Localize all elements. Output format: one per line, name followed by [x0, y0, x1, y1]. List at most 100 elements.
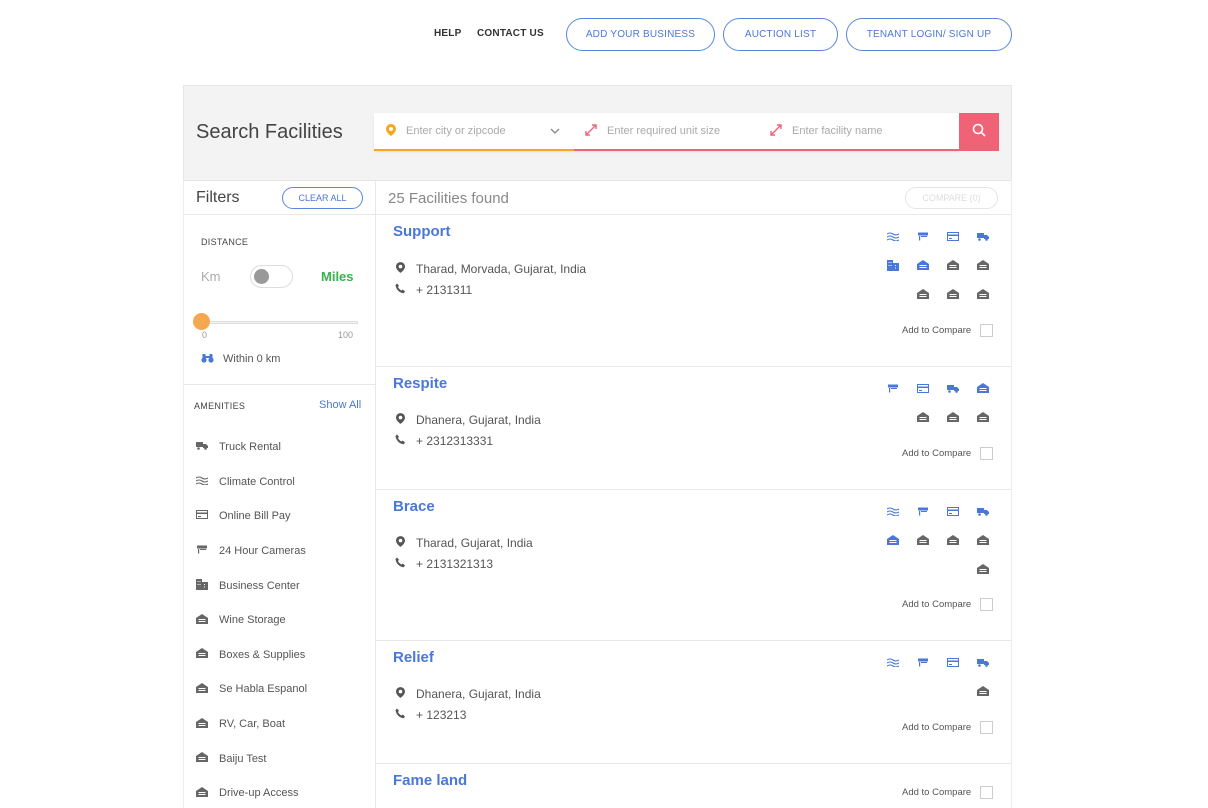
slider-handle[interactable]: [193, 313, 210, 330]
storage-icon: [968, 412, 998, 425]
add-to-compare[interactable]: Add to Compare: [902, 447, 994, 460]
distance-slider[interactable]: [201, 321, 358, 324]
add-business-button[interactable]: ADD YOUR BUSINESS: [566, 18, 715, 51]
facility-name[interactable]: Brace: [393, 498, 435, 515]
amenity-item[interactable]: Wine Storage: [194, 603, 374, 638]
bill-icon: [938, 231, 968, 244]
building-icon: [194, 578, 209, 593]
filters-title: Filters: [196, 189, 240, 206]
amenity-item[interactable]: Baiju Test: [194, 741, 374, 776]
compare-checkbox[interactable]: [980, 324, 994, 337]
compare-checkbox[interactable]: [980, 447, 994, 460]
facility-card: Brace Tharad, Gujarat, India + 2131321313 A…: [376, 490, 1012, 641]
results-count: 25 Facilities found: [388, 190, 509, 207]
facility-phone: + 123213: [393, 708, 466, 722]
show-all-link[interactable]: Show All: [319, 399, 361, 411]
tenant-login-button[interactable]: TENANT LOGIN/ SIGN UP: [846, 18, 1012, 51]
bill-icon: [938, 506, 968, 519]
amenity-icon-row: [868, 404, 998, 433]
page-title: Search Facilities: [196, 121, 343, 143]
chevron-down-icon[interactable]: [550, 126, 560, 137]
storage-icon: [938, 412, 968, 425]
truck-icon: [968, 232, 998, 244]
help-link[interactable]: HELP: [434, 28, 461, 39]
amenity-label: Business Center: [219, 579, 300, 592]
amenity-label: Truck Rental: [219, 441, 281, 454]
toggle-knob: [254, 269, 269, 284]
slider-min: 0: [202, 330, 208, 340]
compare-button[interactable]: COMPARE (0): [905, 187, 998, 209]
compare-checkbox[interactable]: [980, 598, 994, 611]
city-placeholder: Enter city or zipcode: [406, 125, 506, 137]
phone-text: + 123213: [416, 708, 467, 722]
location-pin-icon: [393, 262, 407, 276]
storage-icon: [194, 752, 209, 765]
name-placeholder: Enter facility name: [792, 125, 883, 137]
add-to-compare[interactable]: Add to Compare: [902, 324, 994, 337]
facility-address: Dhanera, Gujarat, India: [393, 687, 541, 701]
phone-icon: [393, 708, 407, 722]
location-pin-icon: [393, 687, 407, 701]
bill-icon: [908, 383, 938, 396]
unit-placeholder: Enter required unit size: [607, 125, 721, 137]
facility-card: Relief Dhanera, Gujarat, India + 123213 Add…: [376, 641, 1012, 764]
location-pin-icon: [386, 123, 396, 139]
storage-icon: [908, 289, 938, 302]
top-nav: HELP CONTACT US ADD YOUR BUSINESS AUCTIO…: [0, 0, 1208, 70]
amenity-item[interactable]: Truck Rental: [194, 430, 374, 465]
amenity-label: Wine Storage: [219, 614, 286, 627]
amenity-label: Boxes & Supplies: [219, 648, 306, 661]
city-field[interactable]: Enter city or zipcode: [374, 113, 574, 151]
amenity-label: Baiju Test: [219, 752, 267, 765]
amenity-label: Se Habla Espanol: [219, 683, 308, 696]
storage-icon: [908, 260, 938, 273]
amenity-item[interactable]: Drive-up Access: [194, 776, 374, 808]
add-to-compare[interactable]: Add to Compare: [902, 598, 994, 611]
camera-icon: [908, 658, 938, 670]
amenity-icon-row: [868, 527, 998, 556]
unit-toggle[interactable]: [250, 265, 293, 288]
amenity-item[interactable]: Boxes & Supplies: [194, 638, 374, 673]
camera-icon: [878, 384, 908, 396]
facility-name-field[interactable]: Enter facility name: [759, 113, 959, 151]
add-to-compare-label: Add to Compare: [902, 787, 972, 798]
bill-icon: [194, 510, 209, 522]
search-button[interactable]: [959, 113, 999, 151]
compare-checkbox[interactable]: [980, 786, 994, 799]
address-text: Dhanera, Gujarat, India: [416, 687, 541, 701]
camera-icon: [194, 545, 209, 557]
storage-icon: [908, 412, 938, 425]
add-to-compare[interactable]: Add to Compare: [902, 786, 994, 799]
phone-icon: [393, 283, 407, 297]
clear-all-button[interactable]: CLEAR ALL: [282, 187, 363, 209]
truck-icon: [968, 507, 998, 519]
amenity-icons: [868, 375, 998, 433]
facility-name[interactable]: Relief: [393, 649, 434, 666]
facility-name[interactable]: Respite: [393, 375, 447, 392]
add-to-compare-label: Add to Compare: [902, 599, 972, 610]
contact-link[interactable]: CONTACT US: [477, 28, 544, 39]
address-text: Dhanera, Gujarat, India: [416, 413, 541, 427]
amenity-item[interactable]: Online Bill Pay: [194, 499, 374, 534]
auction-list-button[interactable]: AUCTION LIST: [723, 18, 838, 51]
add-to-compare-label: Add to Compare: [902, 448, 972, 459]
amenity-label: Online Bill Pay: [219, 510, 291, 523]
amenity-item[interactable]: Se Habla Espanol: [194, 672, 374, 707]
storage-icon: [938, 289, 968, 302]
facility-name[interactable]: Support: [393, 223, 451, 240]
amenity-item[interactable]: Business Center: [194, 568, 374, 603]
miles-label: Miles: [321, 269, 354, 284]
facility-card: Support Tharad, Morvada, Gujarat, India + …: [376, 215, 1012, 367]
facility-name[interactable]: Fame land: [393, 772, 467, 789]
truck-icon: [938, 384, 968, 396]
amenity-label: Drive-up Access: [219, 787, 299, 800]
truck-icon: [968, 658, 998, 670]
unit-size-field[interactable]: Enter required unit size: [574, 113, 759, 151]
amenity-item[interactable]: 24 Hour Cameras: [194, 534, 374, 569]
distance-label: DISTANCE: [201, 237, 249, 247]
compare-checkbox[interactable]: [980, 721, 994, 734]
amenity-item[interactable]: RV, Car, Boat: [194, 707, 374, 742]
amenity-item[interactable]: Climate Control: [194, 465, 374, 500]
truck-icon: [194, 441, 209, 453]
add-to-compare[interactable]: Add to Compare: [902, 721, 994, 734]
